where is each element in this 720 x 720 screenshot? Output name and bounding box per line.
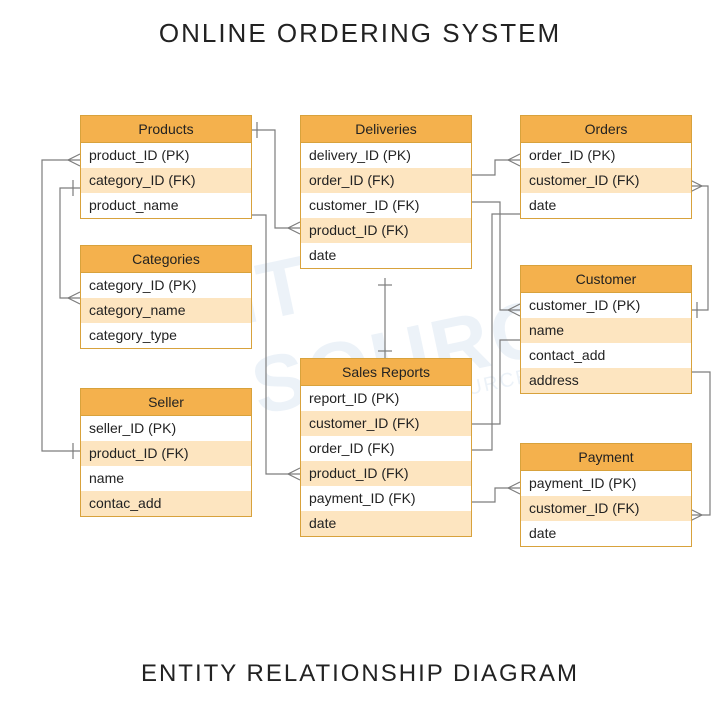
entity-row: report_ID (PK)	[301, 386, 471, 411]
entity-payment: Paymentpayment_ID (PK)customer_ID (FK)da…	[520, 443, 692, 547]
entity-orders: Ordersorder_ID (PK)customer_ID (FK)date	[520, 115, 692, 219]
entity-row: product_name	[81, 193, 251, 218]
entity-rows: order_ID (PK)customer_ID (FK)date	[521, 143, 691, 218]
entity-header: Sales Reports	[301, 359, 471, 386]
entity-row: payment_ID (FK)	[301, 486, 471, 511]
entity-row: customer_ID (FK)	[301, 411, 471, 436]
entity-rows: delivery_ID (PK)order_ID (FK)customer_ID…	[301, 143, 471, 268]
entity-row: order_ID (FK)	[301, 168, 471, 193]
entity-row: product_ID (FK)	[301, 218, 471, 243]
entity-row: customer_ID (FK)	[301, 193, 471, 218]
entity-row: name	[521, 318, 691, 343]
entity-row: delivery_ID (PK)	[301, 143, 471, 168]
erd-stage: ONLINE ORDERING SYSTEM IT SOURCE WITH SO…	[0, 0, 720, 720]
entity-products: Productsproduct_ID (PK)category_ID (FK)p…	[80, 115, 252, 219]
entity-rows: report_ID (PK)customer_ID (FK)order_ID (…	[301, 386, 471, 536]
entity-row: contac_add	[81, 491, 251, 516]
entity-seller: Sellerseller_ID (PK)product_ID (FK)namec…	[80, 388, 252, 517]
entity-salesreports: Sales Reportsreport_ID (PK)customer_ID (…	[300, 358, 472, 537]
entity-row: category_name	[81, 298, 251, 323]
entity-rows: payment_ID (PK)customer_ID (FK)date	[521, 471, 691, 546]
entity-row: customer_ID (FK)	[521, 496, 691, 521]
entity-header: Customer	[521, 266, 691, 293]
entity-categories: Categoriescategory_ID (PK)category_namec…	[80, 245, 252, 349]
entity-row: customer_ID (PK)	[521, 293, 691, 318]
entity-row: order_ID (FK)	[301, 436, 471, 461]
entity-row: date	[521, 193, 691, 218]
entity-customer: Customercustomer_ID (PK)namecontact_adda…	[520, 265, 692, 394]
entity-header: Orders	[521, 116, 691, 143]
entity-header: Payment	[521, 444, 691, 471]
entity-row: product_ID (FK)	[301, 461, 471, 486]
entity-row: customer_ID (FK)	[521, 168, 691, 193]
entity-row: category_type	[81, 323, 251, 348]
entity-row: order_ID (PK)	[521, 143, 691, 168]
entity-row: address	[521, 368, 691, 393]
entity-row: product_ID (PK)	[81, 143, 251, 168]
entity-row: product_ID (FK)	[81, 441, 251, 466]
entity-header: Deliveries	[301, 116, 471, 143]
entity-row: contact_add	[521, 343, 691, 368]
entity-row: payment_ID (PK)	[521, 471, 691, 496]
entity-header: Seller	[81, 389, 251, 416]
entity-rows: customer_ID (PK)namecontact_addaddress	[521, 293, 691, 393]
entity-row: date	[521, 521, 691, 546]
entity-rows: seller_ID (PK)product_ID (FK)namecontac_…	[81, 416, 251, 516]
entity-row: date	[301, 511, 471, 536]
entity-rows: product_ID (PK)category_ID (FK)product_n…	[81, 143, 251, 218]
entity-rows: category_ID (PK)category_namecategory_ty…	[81, 273, 251, 348]
entity-row: category_ID (FK)	[81, 168, 251, 193]
page-subtitle: ENTITY RELATIONSHIP DIAGRAM	[0, 660, 720, 688]
entity-deliveries: Deliveriesdelivery_ID (PK)order_ID (FK)c…	[300, 115, 472, 269]
entity-row: seller_ID (PK)	[81, 416, 251, 441]
entity-row: date	[301, 243, 471, 268]
page-title: ONLINE ORDERING SYSTEM	[0, 18, 720, 49]
entity-header: Categories	[81, 246, 251, 273]
entity-header: Products	[81, 116, 251, 143]
entity-row: name	[81, 466, 251, 491]
entity-row: category_ID (PK)	[81, 273, 251, 298]
